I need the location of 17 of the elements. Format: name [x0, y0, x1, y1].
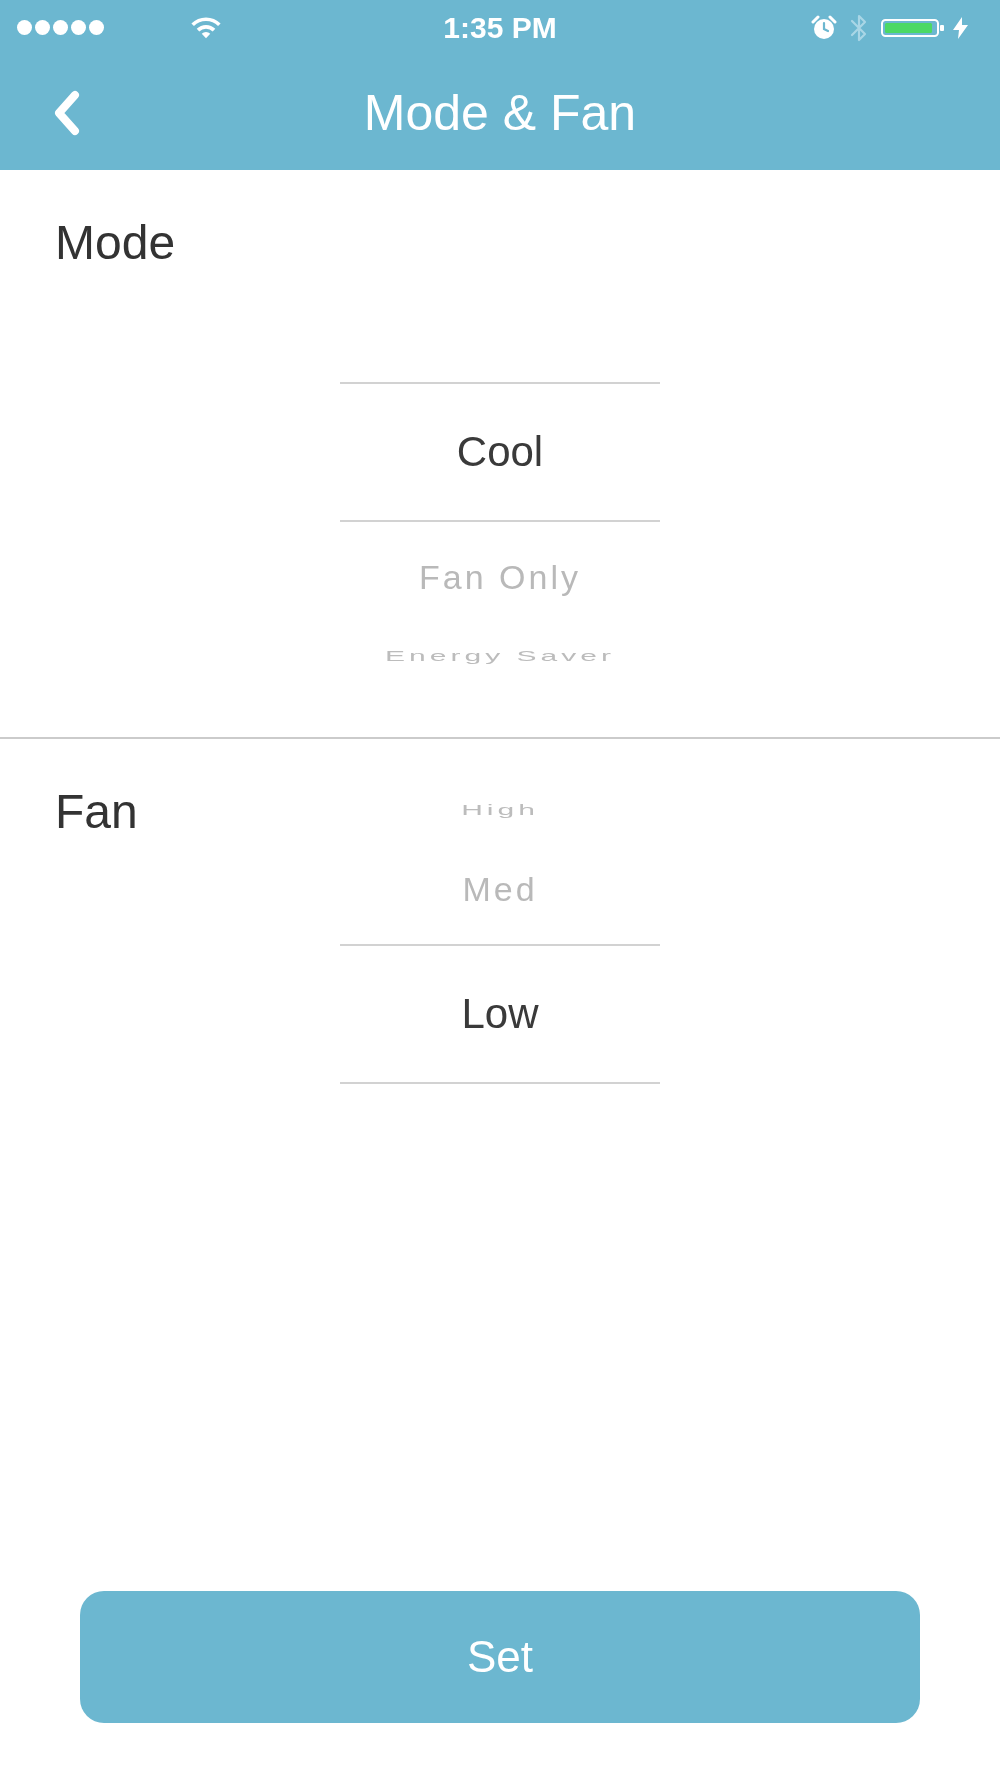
picker-option[interactable]: Cool — [456, 431, 544, 473]
chevron-left-icon — [53, 89, 81, 136]
screen-title: Mode & Fan — [363, 87, 637, 138]
alarm-clock-icon — [811, 14, 837, 41]
picker-option[interactable]: Fan Only — [419, 560, 581, 594]
wifi-icon — [190, 16, 222, 39]
set-button[interactable]: Set — [80, 1591, 920, 1723]
bluetooth-icon — [849, 12, 869, 43]
battery-icon — [881, 18, 945, 37]
picker-option[interactable]: Low — [461, 993, 539, 1035]
status-time: 1:35 PM — [443, 12, 557, 43]
charging-bolt-icon — [953, 16, 968, 39]
picker-option[interactable]: High — [461, 802, 539, 818]
section-title: Fan — [54, 788, 139, 836]
picker-option[interactable]: Med — [462, 872, 538, 906]
section-title: Mode — [54, 219, 177, 267]
picker-option[interactable]: Energy Saver — [385, 648, 615, 664]
